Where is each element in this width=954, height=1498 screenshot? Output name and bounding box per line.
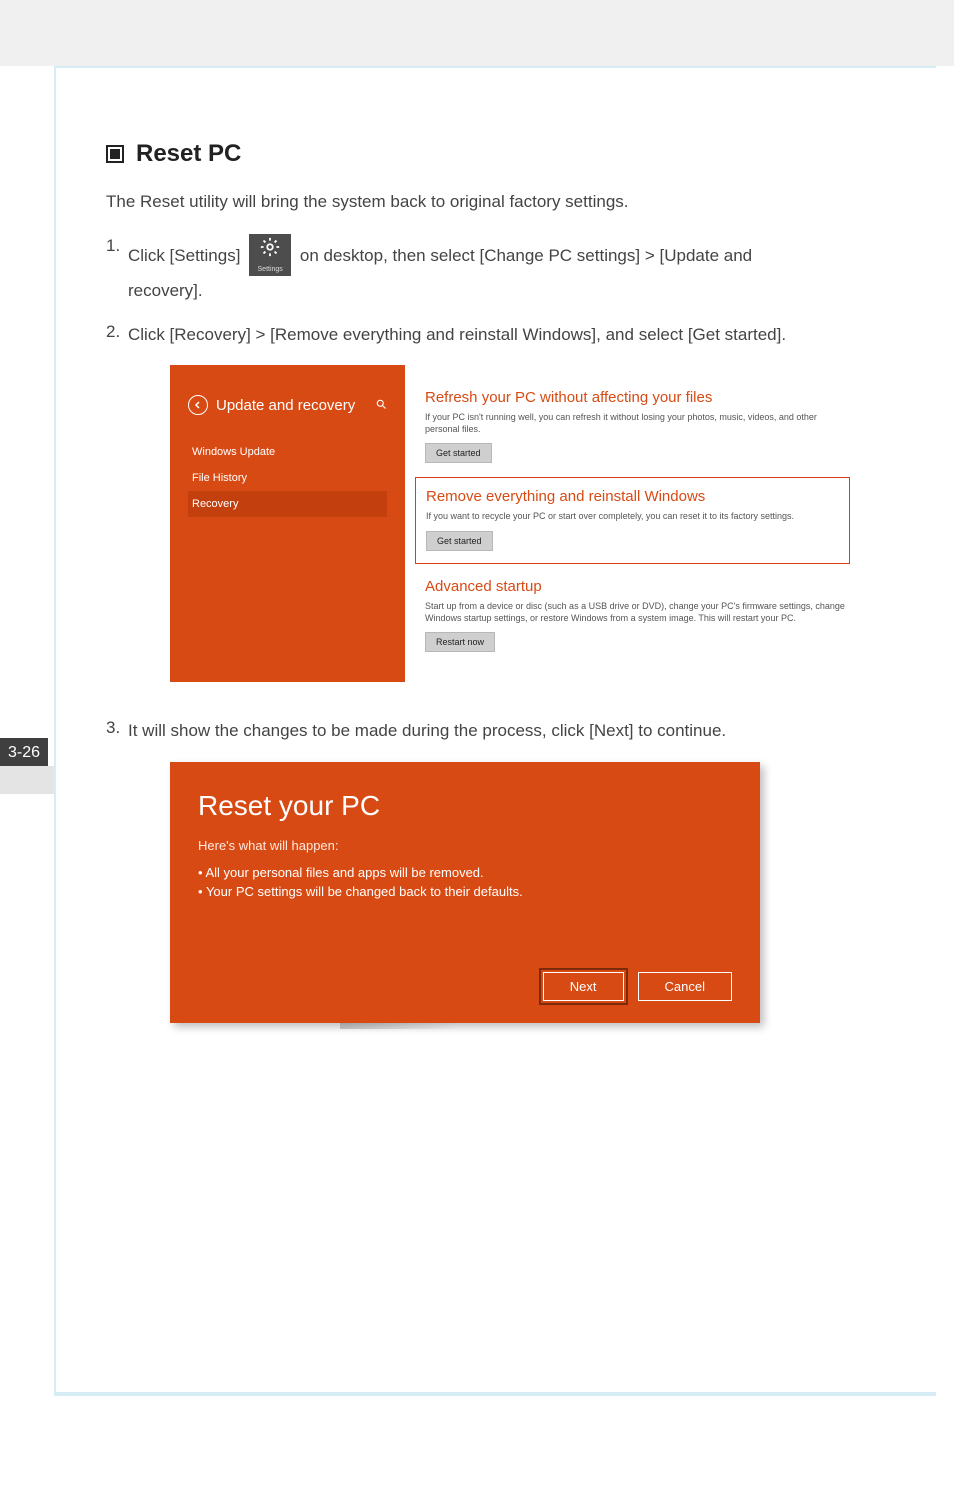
step-3-number: 3. bbox=[106, 718, 120, 738]
reset-dialog-subtitle: Here's what will happen: bbox=[198, 838, 732, 853]
section-intro: The Reset utility will bring the system … bbox=[106, 192, 886, 212]
steps-list: 1. Click [Settings] Settings on desktop,… bbox=[106, 236, 886, 347]
section-title-row: Reset PC bbox=[106, 140, 886, 168]
reset-dialog-title: Reset your PC bbox=[198, 790, 732, 822]
screenshot-reset-dialog: Reset your PC Here's what will happen: A… bbox=[170, 762, 760, 1023]
recovery-sidebar-header: Update and recovery bbox=[188, 395, 387, 415]
reset-bullet-2: Your PC settings will be changed back to… bbox=[198, 882, 732, 902]
section-remove-reinstall: Remove everything and reinstall Windows … bbox=[415, 477, 850, 564]
section-advanced-startup: Advanced startup Start up from a device … bbox=[425, 578, 846, 652]
screenshot-update-recovery: Update and recovery Windows Update File … bbox=[170, 365, 858, 682]
back-arrow-icon[interactable] bbox=[188, 395, 208, 415]
sidebar-item-recovery[interactable]: Recovery bbox=[188, 491, 387, 517]
reset-dialog-button-row: Next Cancel bbox=[198, 972, 732, 1001]
reset-dialog-bullets: All your personal files and apps will be… bbox=[198, 863, 732, 902]
sidebar-item-windows-update[interactable]: Windows Update bbox=[188, 439, 387, 465]
settings-charm-tile[interactable]: Settings bbox=[249, 234, 291, 276]
refresh-desc: If your PC isn't running well, you can r… bbox=[425, 412, 846, 435]
remove-get-started-button[interactable]: Get started bbox=[426, 531, 493, 551]
step-2-number: 2. bbox=[106, 322, 120, 342]
page-content: Reset PC The Reset utility will bring th… bbox=[54, 66, 936, 1396]
advanced-title: Advanced startup bbox=[425, 578, 846, 595]
advanced-desc: Start up from a device or disc (such as … bbox=[425, 601, 846, 624]
refresh-get-started-button[interactable]: Get started bbox=[425, 443, 492, 463]
sidebar-item-file-history[interactable]: File History bbox=[188, 465, 387, 491]
recovery-sidebar-title: Update and recovery bbox=[216, 397, 367, 414]
step-3-text: It will show the changes to be made duri… bbox=[128, 721, 726, 740]
step-1: 1. Click [Settings] Settings on desktop,… bbox=[106, 236, 886, 304]
step-2-text: Click [Recovery] > [Remove everything an… bbox=[128, 325, 786, 344]
refresh-title: Refresh your PC without affecting your f… bbox=[425, 389, 846, 406]
remove-desc: If you want to recycle your PC or start … bbox=[426, 511, 839, 523]
cancel-button[interactable]: Cancel bbox=[638, 972, 732, 1001]
step-1-text-b: on desktop, then select [Change PC setti… bbox=[300, 246, 752, 265]
dialog-shadow-decor bbox=[340, 1023, 460, 1029]
search-icon[interactable] bbox=[375, 397, 387, 414]
recovery-sidebar: Update and recovery Windows Update File … bbox=[170, 365, 405, 682]
step-2: 2. Click [Recovery] > [Remove everything… bbox=[106, 322, 886, 348]
remove-title: Remove everything and reinstall Windows bbox=[426, 488, 839, 505]
steps-list-cont: 3. It will show the changes to be made d… bbox=[106, 718, 886, 744]
side-tab-spacer bbox=[0, 766, 55, 794]
next-button[interactable]: Next bbox=[543, 972, 624, 1001]
section-title: Reset PC bbox=[136, 140, 241, 168]
gear-icon bbox=[259, 236, 281, 266]
page-number-tab: 3-26 bbox=[0, 738, 48, 768]
section-refresh-pc: Refresh your PC without affecting your f… bbox=[425, 389, 846, 463]
step-1-number: 1. bbox=[106, 236, 120, 256]
bullet-square-icon bbox=[106, 145, 124, 163]
page-sheet: 3-26 Reset PC The Reset utility will bri… bbox=[0, 66, 954, 1498]
step-3: 3. It will show the changes to be made d… bbox=[106, 718, 886, 744]
recovery-right-panel: Refresh your PC without affecting your f… bbox=[405, 365, 858, 682]
advanced-restart-now-button[interactable]: Restart now bbox=[425, 632, 495, 652]
reset-bullet-1: All your personal files and apps will be… bbox=[198, 863, 732, 883]
step-1-text-c: recovery]. bbox=[128, 278, 886, 304]
step-1-text-a: Click [Settings] bbox=[128, 246, 240, 265]
settings-tile-label: Settings bbox=[258, 266, 283, 274]
